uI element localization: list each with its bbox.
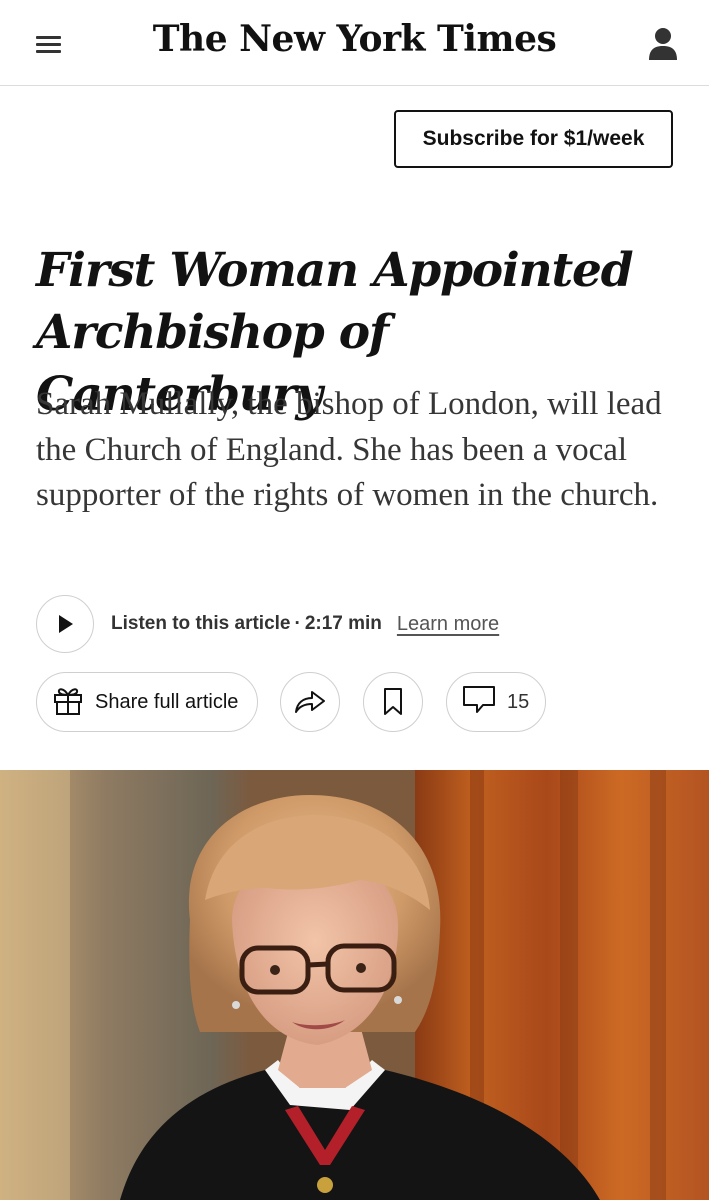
learn-more-link[interactable]: Learn more — [397, 613, 499, 636]
person-icon[interactable] — [644, 24, 682, 64]
audio-duration: 2:17 min — [304, 613, 382, 634]
top-bar: The New York Times — [0, 0, 709, 86]
nyt-logo[interactable]: The New York Times — [0, 18, 709, 60]
share-full-article-label: Share full article — [95, 690, 239, 713]
comments-button[interactable]: 15 — [446, 672, 546, 732]
gift-icon — [51, 683, 85, 722]
bookmark-icon[interactable] — [363, 672, 423, 732]
subscribe-button[interactable]: Subscribe for $1/week — [394, 110, 673, 168]
comment-icon — [461, 684, 497, 721]
article-photo[interactable] — [0, 770, 709, 1200]
article-actions: Share full article 15 — [36, 672, 676, 732]
audio-player: Listen to this article · 2:17 min Learn … — [36, 595, 676, 653]
share-arrow-icon[interactable] — [280, 672, 340, 732]
listen-label[interactable]: Listen to this article — [111, 613, 290, 635]
comments-count: 15 — [507, 690, 530, 713]
share-full-article-button[interactable]: Share full article — [36, 672, 258, 732]
article-summary: Sarah Mullally, the bishop of London, wi… — [36, 386, 662, 513]
play-icon[interactable] — [36, 595, 94, 653]
listen-separator: · — [294, 613, 301, 634]
